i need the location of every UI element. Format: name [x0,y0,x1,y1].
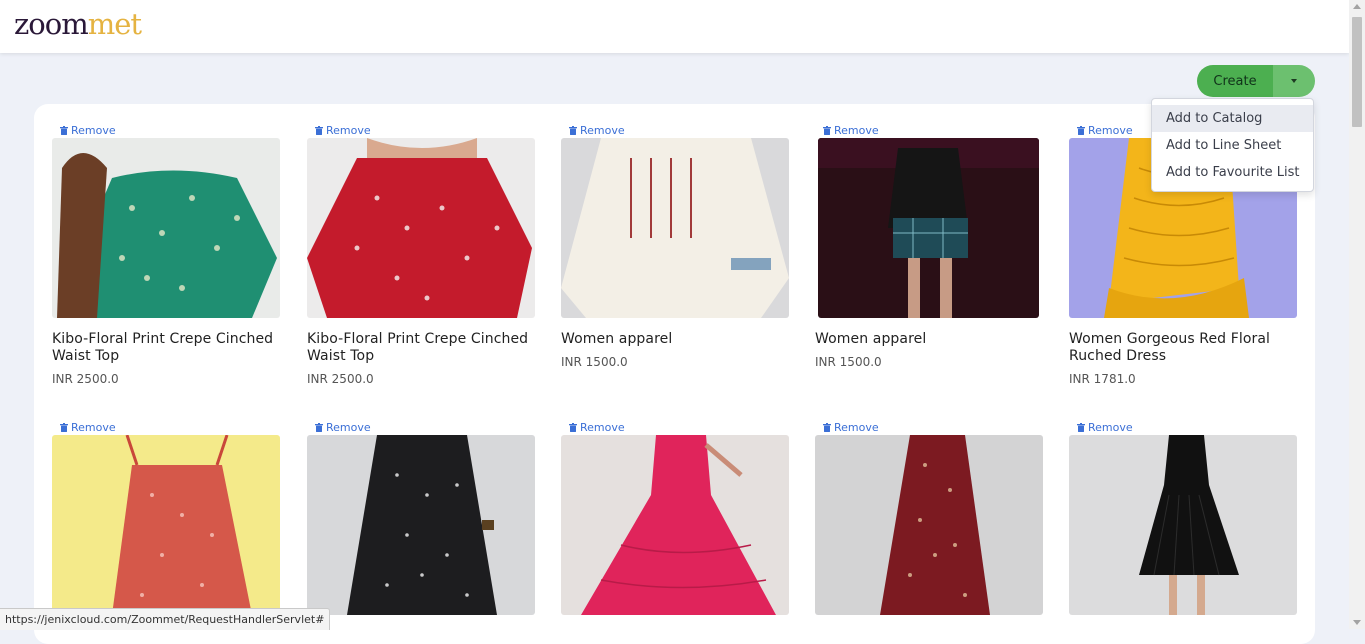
scrollbar-thumb[interactable] [1352,17,1362,127]
remove-label: Remove [71,421,116,434]
product-image[interactable] [815,435,1043,615]
product-image[interactable] [52,435,280,615]
menu-item-add-to-line-sheet[interactable]: Add to Line Sheet [1152,132,1313,159]
remove-label: Remove [580,124,625,137]
remove-link[interactable]: Remove [1077,421,1133,435]
product-name[interactable]: Kibo-Floral Print Crepe Cinched Waist To… [307,331,547,365]
trash-icon [1077,126,1085,135]
remove-label: Remove [1088,421,1133,434]
remove-link[interactable]: Remove [823,421,879,435]
page-scrollbar[interactable] [1349,0,1365,629]
remove-label: Remove [71,124,116,137]
scroll-up-arrow-icon[interactable] [1353,4,1361,9]
remove-link[interactable]: Remove [823,124,879,138]
product-image[interactable] [561,435,789,615]
product-panel: Remove Kibo-Floral Print Crepe Cinched Wa… [34,104,1315,644]
remove-label: Remove [834,124,879,137]
menu-item-add-to-favourite-list[interactable]: Add to Favourite List [1152,159,1313,186]
product-price: INR 2500.0 [52,372,119,386]
product-name[interactable]: Women apparel [815,331,1055,348]
remove-label: Remove [834,421,879,434]
remove-label: Remove [580,421,625,434]
create-dropdown-toggle[interactable] [1273,65,1315,97]
product-price: INR 1500.0 [561,355,628,369]
zoommet-logo[interactable]: zoommet [14,6,142,42]
product-image[interactable] [561,138,789,318]
remove-link[interactable]: Remove [315,124,371,138]
trash-icon [60,423,68,432]
trash-icon [60,126,68,135]
trash-icon [315,423,323,432]
product-image[interactable] [818,138,1039,318]
remove-link[interactable]: Remove [569,421,625,435]
trash-icon [823,126,831,135]
trash-icon [315,126,323,135]
remove-label: Remove [326,421,371,434]
logo-text-met: met [87,7,142,41]
caret-down-icon [1291,79,1297,83]
trash-icon [569,126,577,135]
product-price: INR 1781.0 [1069,372,1136,386]
create-button-group: Create [1197,65,1315,97]
trash-icon [569,423,577,432]
remove-label: Remove [326,124,371,137]
menu-item-add-to-catalog[interactable]: Add to Catalog [1152,105,1313,132]
remove-link[interactable]: Remove [569,124,625,138]
scroll-down-arrow-icon[interactable] [1353,620,1361,625]
product-image[interactable] [52,138,280,318]
remove-link[interactable]: Remove [315,421,371,435]
create-dropdown-menu: Add to Catalog Add to Line Sheet Add to … [1151,98,1314,192]
remove-link[interactable]: Remove [60,124,116,138]
product-name[interactable]: Kibo-Floral Print Crepe Cinched Waist To… [52,331,292,365]
product-image[interactable] [307,138,535,318]
product-name[interactable]: Women Gorgeous Red Floral Ruched Dress [1069,331,1309,365]
product-image[interactable] [1069,435,1297,615]
top-navbar: zoommet [0,0,1349,53]
remove-link[interactable]: Remove [1077,124,1133,138]
remove-link[interactable]: Remove [60,421,116,435]
create-button[interactable]: Create [1197,65,1273,97]
trash-icon [1077,423,1085,432]
product-price: INR 1500.0 [815,355,882,369]
trash-icon [823,423,831,432]
product-image[interactable] [307,435,535,615]
product-name[interactable]: Women apparel [561,331,801,348]
remove-label: Remove [1088,124,1133,137]
status-bar-url: https://jenixcloud.com/Zoommet/RequestHa… [0,608,331,630]
logo-text-zoom: zoom [14,7,89,41]
product-price: INR 2500.0 [307,372,374,386]
